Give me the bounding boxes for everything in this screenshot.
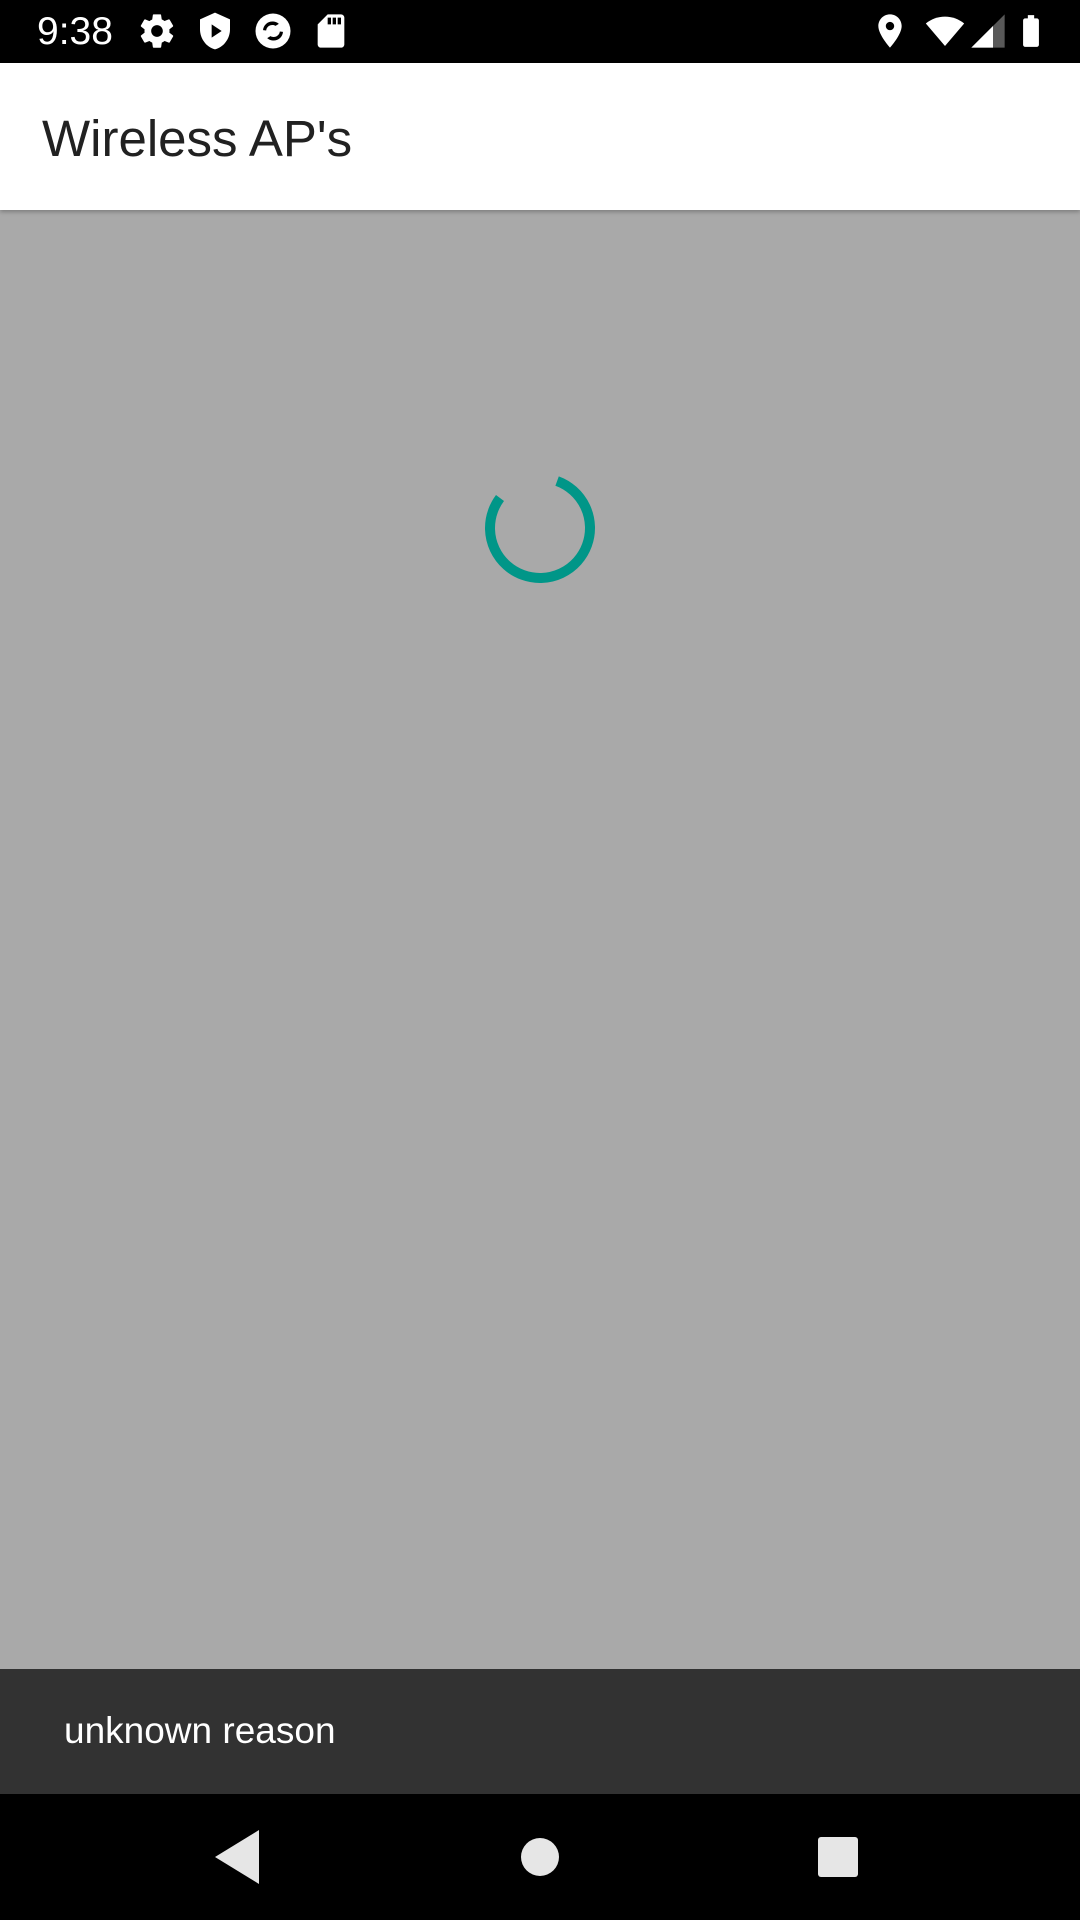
cell-signal-icon (968, 11, 1008, 51)
wifi-icon (922, 11, 968, 51)
app-bar: Wireless AP's (0, 63, 1080, 210)
snackbar: unknown reason (0, 1669, 1080, 1794)
status-time: 9:38 (37, 10, 113, 53)
back-icon[interactable] (205, 1824, 271, 1890)
screen: 9:38 Wireless AP's unknown reason (0, 0, 1080, 1920)
snackbar-message: unknown reason (64, 1710, 336, 1751)
sd-card-icon (311, 11, 351, 51)
status-bar: 9:38 (0, 0, 1080, 63)
progress-spinner-icon (480, 468, 600, 588)
page-title: Wireless AP's (42, 110, 353, 167)
shield-play-icon (195, 11, 235, 51)
sync-icon (253, 11, 293, 51)
battery-icon (1012, 11, 1050, 51)
content-area (0, 210, 1080, 1669)
home-icon[interactable] (507, 1824, 573, 1890)
navigation-bar (0, 1794, 1080, 1920)
recents-icon[interactable] (805, 1824, 871, 1890)
gear-icon (137, 11, 177, 51)
location-icon (870, 11, 910, 51)
